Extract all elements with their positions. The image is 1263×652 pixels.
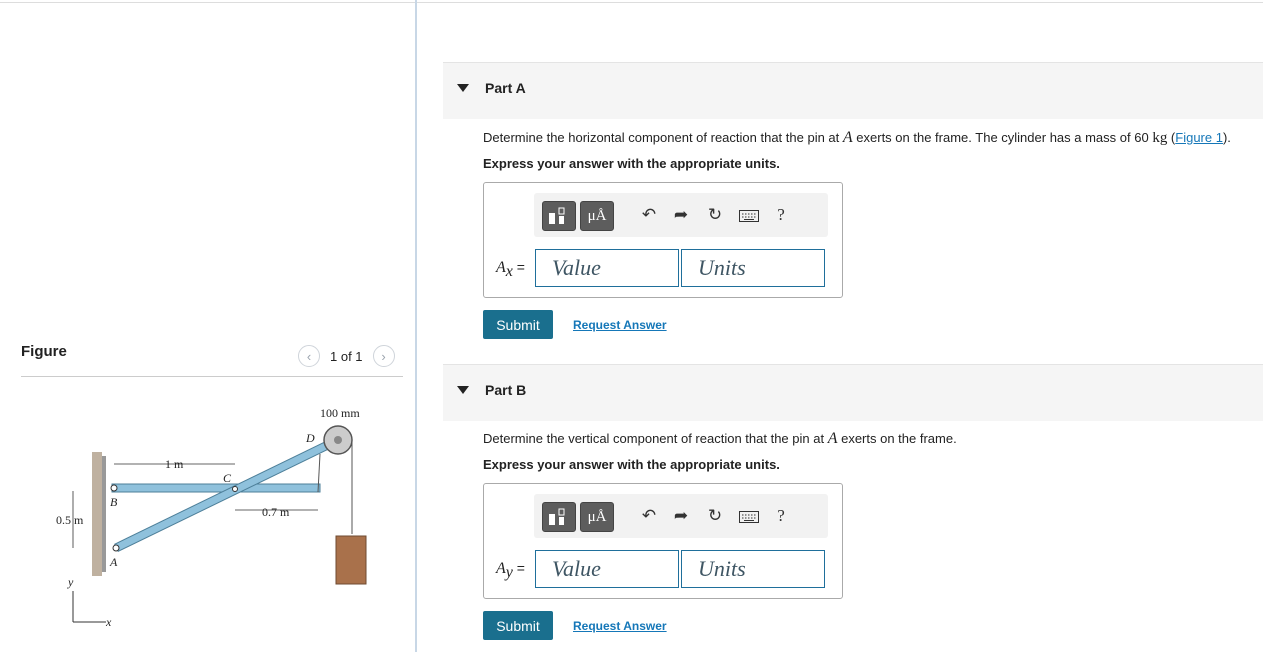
math-toolbar: μÅ ↶ ➦ ↻ ? <box>534 494 828 538</box>
label-100mm: 100 mm <box>320 406 360 420</box>
label-b: B <box>110 495 118 509</box>
label-07m: 0.7 m <box>262 505 290 519</box>
member-bc <box>111 483 321 493</box>
answer-var: A <box>496 560 506 577</box>
units-button[interactable]: μÅ <box>580 201 614 231</box>
question-unit: kg <box>1152 130 1168 146</box>
chevron-left-icon[interactable]: ‹ <box>298 345 320 367</box>
part-a-header[interactable]: Part A <box>443 62 1263 119</box>
part-a-instruction: Express your answer with the appropriate… <box>483 156 780 171</box>
label-c: C <box>223 471 232 485</box>
part-a-label: Part A <box>485 80 526 96</box>
member-ad <box>114 436 340 552</box>
question-text: Determine the horizontal component of re… <box>483 130 843 145</box>
pin-b <box>110 484 118 492</box>
reset-icon[interactable]: ↻ <box>704 205 726 225</box>
figure-rule <box>21 376 403 377</box>
reset-icon[interactable]: ↻ <box>704 506 726 526</box>
help-button[interactable]: ? <box>770 205 792 225</box>
fraction-template-icon[interactable] <box>542 502 576 532</box>
answer-sub: y <box>505 563 513 581</box>
question-text-mid: exerts on the frame. The cylinder has a … <box>852 130 1153 145</box>
answer-eq: = <box>512 560 525 576</box>
value-input[interactable]: Value <box>535 249 679 287</box>
redo-icon[interactable]: ➦ <box>670 205 692 225</box>
part-a-answer-box: μÅ ↶ ➦ ↻ ? Ax = Value Units <box>483 182 843 298</box>
keyboard-icon[interactable] <box>738 508 760 528</box>
chevron-right-icon[interactable]: › <box>372 345 395 367</box>
figure-title: Figure <box>21 343 67 360</box>
wall-support <box>92 452 102 576</box>
units-button[interactable]: μÅ <box>580 502 614 532</box>
part-a-question: Determine the horizontal component of re… <box>483 129 1231 146</box>
undo-icon[interactable]: ↶ <box>638 506 660 526</box>
units-input[interactable]: Units <box>681 550 825 588</box>
answer-eq: = <box>512 259 525 275</box>
help-button[interactable]: ? <box>770 506 792 526</box>
request-answer-link[interactable]: Request Answer <box>573 619 667 633</box>
question-text: Determine the vertical component of reac… <box>483 431 828 446</box>
label-d: D <box>305 431 315 445</box>
part-b-header[interactable]: Part B <box>443 364 1263 421</box>
units-input[interactable]: Units <box>681 249 825 287</box>
wall-face <box>102 456 106 572</box>
frame-figure: 100 mm D C B A 1 m 0.7 m 0.5 m y x <box>56 406 367 628</box>
math-toolbar: μÅ ↶ ➦ ↻ ? <box>534 193 828 237</box>
question-end: ). <box>1222 130 1231 145</box>
redo-icon[interactable]: ➦ <box>670 506 692 526</box>
submit-button[interactable]: Submit <box>483 611 553 640</box>
value-input[interactable]: Value <box>535 550 679 588</box>
label-05m: 0.5 m <box>56 513 84 527</box>
label-x: x <box>105 615 112 628</box>
pane-divider[interactable] <box>415 0 417 652</box>
figure-link[interactable]: Figure 1 <box>1175 130 1223 145</box>
caret-down-icon[interactable] <box>457 84 469 92</box>
top-border <box>0 2 1263 3</box>
part-b-instruction: Express your answer with the appropriate… <box>483 457 780 472</box>
question-text-mid: exerts on the frame. <box>837 431 957 446</box>
fraction-template-icon[interactable] <box>542 201 576 231</box>
label-1m: 1 m <box>165 457 184 471</box>
answer-sub: x <box>505 262 513 280</box>
caret-down-icon[interactable] <box>457 386 469 394</box>
part-b-question: Determine the vertical component of reac… <box>483 430 957 448</box>
pager-label: 1 of 1 <box>330 348 363 364</box>
answer-var: A <box>496 259 506 276</box>
answer-label-ax: Ax = <box>496 259 525 281</box>
cylinder <box>335 535 367 585</box>
label-y: y <box>67 575 74 589</box>
submit-button[interactable]: Submit <box>483 310 553 339</box>
request-answer-link[interactable]: Request Answer <box>573 318 667 332</box>
undo-icon[interactable]: ↶ <box>638 205 660 225</box>
answer-label-ay: Ay = <box>496 560 525 582</box>
part-b-label: Part B <box>485 382 527 398</box>
part-b-answer-box: μÅ ↶ ➦ ↻ ? Ay = Value Units <box>483 483 843 599</box>
label-a: A <box>109 555 118 569</box>
pin-c <box>232 486 238 492</box>
pulley-hub <box>334 436 342 444</box>
keyboard-icon[interactable] <box>738 207 760 227</box>
pin-a <box>112 544 120 552</box>
question-var: A <box>842 129 853 146</box>
figure-pager: ‹ 1 of 1 › <box>298 345 395 367</box>
